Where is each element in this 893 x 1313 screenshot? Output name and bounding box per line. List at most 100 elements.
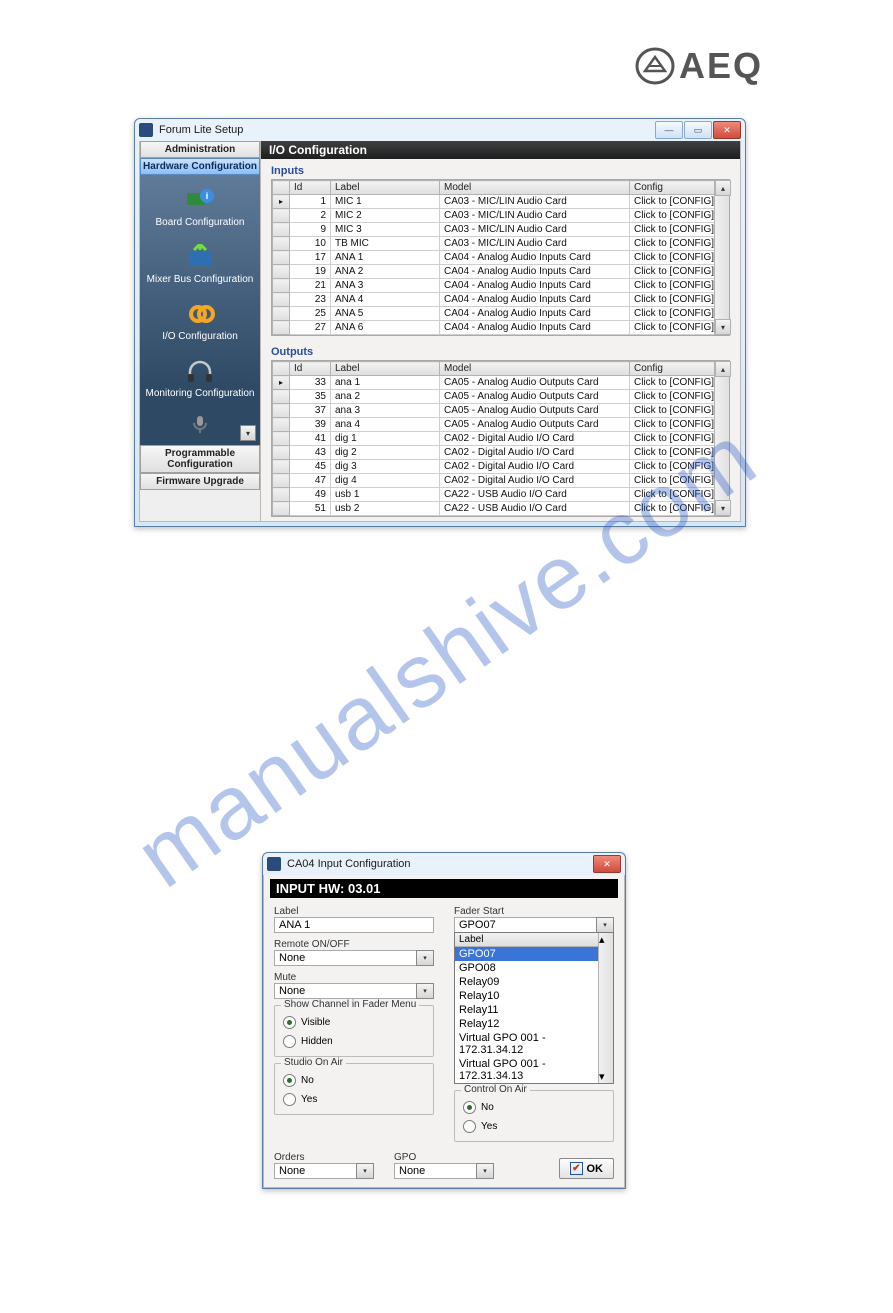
table-row[interactable]: 25ANA 5CA04 - Analog Audio Inputs CardCl… [273,307,729,321]
sidebar-tab-programmable-configuration[interactable]: Programmable Configuration [140,445,260,473]
remote-onoff-select[interactable]: None ▾ [274,950,434,966]
row-indicator [273,404,290,418]
table-row[interactable]: 39ana 4CA05 - Analog Audio Outputs CardC… [273,418,729,432]
minimize-button[interactable]: — [655,121,683,139]
label-input[interactable]: ANA 1 [274,917,434,933]
chevron-down-icon[interactable]: ▾ [596,917,614,933]
table-row[interactable]: 21ANA 3CA04 - Analog Audio Inputs CardCl… [273,279,729,293]
radio-control-no[interactable]: No [463,1101,605,1114]
table-row[interactable]: 45dig 3CA02 - Digital Audio I/O CardClic… [273,460,729,474]
col-label[interactable]: Label [331,362,440,376]
model-cell: CA03 - MIC/LIN Audio Card [440,223,630,237]
scroll-up-icon[interactable]: ▴ [715,180,731,196]
row-indicator [273,293,290,307]
chevron-down-icon[interactable]: ▾ [356,1163,374,1179]
titlebar[interactable]: CA04 Input Configuration ✕ [263,853,625,875]
inputs-table[interactable]: Id Label Model Config ▸1MIC 1CA03 - MIC/… [272,180,729,335]
scroll-up-icon[interactable]: ▴ [715,361,731,377]
row-indicator [273,502,290,516]
dropdown-item[interactable]: Virtual GPO 001 - 172.31.34.12 [455,1031,613,1057]
close-button[interactable]: ✕ [593,855,621,873]
table-row[interactable]: 51usb 2CA22 - USB Audio I/O CardClick to… [273,502,729,516]
col-id[interactable]: Id [290,362,331,376]
label-cell: dig 1 [331,432,440,446]
close-button[interactable]: ✕ [713,121,741,139]
row-indicator [273,265,290,279]
sidebar-tab-administration[interactable]: Administration [140,141,260,158]
scroll-down-icon[interactable]: ▾ [599,1070,613,1083]
id-cell: 27 [290,321,331,335]
fader-start-select[interactable]: GPO07 ▾ [454,917,614,933]
mute-select[interactable]: None ▾ [274,983,434,999]
radio-icon [283,1093,296,1106]
table-row[interactable]: ▸33ana 1CA05 - Analog Audio Outputs Card… [273,376,729,390]
table-row[interactable]: 10TB MICCA03 - MIC/LIN Audio CardClick t… [273,237,729,251]
table-row[interactable]: 23ANA 4CA04 - Analog Audio Inputs CardCl… [273,293,729,307]
dropdown-scrollbar[interactable]: ▴ ▾ [598,933,613,1083]
titlebar[interactable]: Forum Lite Setup — ▭ ✕ [135,119,745,141]
col-label[interactable]: Label [331,181,440,195]
dropdown-item[interactable]: GPO08 [455,961,613,975]
scroll-up-icon[interactable]: ▴ [599,933,613,946]
inputs-scrollbar[interactable]: ▴ ▾ [714,180,729,335]
scroll-down-icon[interactable]: ▾ [715,319,731,335]
model-cell: CA05 - Analog Audio Outputs Card [440,418,630,432]
chevron-down-icon[interactable]: ▾ [416,950,434,966]
dropdown-item[interactable]: GPO07 [455,947,613,961]
dropdown-item[interactable]: Relay11 [455,1003,613,1017]
sidebar-scroll-down[interactable]: ▾ [240,425,256,441]
group-title: Studio On Air [281,1057,346,1068]
chevron-down-icon[interactable]: ▾ [476,1163,494,1179]
col-id[interactable]: Id [290,181,331,195]
sidebar-item-monitoring-configuration[interactable]: Monitoring Configuration [140,352,260,409]
table-row[interactable]: ▸1MIC 1CA03 - MIC/LIN Audio CardClick to… [273,195,729,209]
table-row[interactable]: 17ANA 1CA04 - Analog Audio Inputs CardCl… [273,251,729,265]
dropdown-item[interactable]: Virtual GPO 001 - 172.31.34.13 [455,1057,613,1083]
radio-studio-no[interactable]: No [283,1074,425,1087]
dropdown-item[interactable]: Relay09 [455,975,613,989]
sidebar-item-mixer-bus-configuration[interactable]: Mixer Bus Configuration [140,238,260,295]
model-cell: CA04 - Analog Audio Inputs Card [440,293,630,307]
model-cell: CA04 - Analog Audio Inputs Card [440,265,630,279]
table-row[interactable]: 37ana 3CA05 - Analog Audio Outputs CardC… [273,404,729,418]
table-row[interactable]: 2MIC 2CA03 - MIC/LIN Audio CardClick to … [273,209,729,223]
orders-select[interactable]: None ▾ [274,1163,374,1179]
headphones-icon [142,358,258,384]
fader-start-label: Fader Start [454,906,614,917]
dropdown-item[interactable]: Relay12 [455,1017,613,1031]
sidebar-tab-hardware-configuration[interactable]: Hardware Configuration [140,158,260,175]
outputs-scrollbar[interactable]: ▴ ▾ [714,361,729,516]
table-row[interactable]: 47dig 4CA02 - Digital Audio I/O CardClic… [273,474,729,488]
col-model[interactable]: Model [440,181,630,195]
table-row[interactable]: 19ANA 2CA04 - Analog Audio Inputs CardCl… [273,265,729,279]
scroll-down-icon[interactable]: ▾ [715,500,731,516]
radio-visible[interactable]: Visible [283,1016,425,1029]
gpo-select[interactable]: None ▾ [394,1163,494,1179]
label-cell: MIC 1 [331,195,440,209]
fader-start-dropdown[interactable]: Label GPO07GPO08Relay09Relay10Relay11Rel… [454,932,614,1084]
ok-button[interactable]: ✔ OK [559,1158,614,1179]
radio-studio-yes[interactable]: Yes [283,1093,425,1106]
id-cell: 49 [290,488,331,502]
radio-hidden[interactable]: Hidden [283,1035,425,1048]
table-row[interactable]: 43dig 2CA02 - Digital Audio I/O CardClic… [273,446,729,460]
id-cell: 21 [290,279,331,293]
sidebar-item-board-configuration[interactable]: i Board Configuration [140,181,260,238]
sidebar-item-io-configuration[interactable]: I/O Configuration [140,295,260,352]
chevron-down-icon[interactable]: ▾ [416,983,434,999]
table-row[interactable]: 9MIC 3CA03 - MIC/LIN Audio CardClick to … [273,223,729,237]
table-row[interactable]: 35ana 2CA05 - Analog Audio Outputs CardC… [273,390,729,404]
sidebar-tab-firmware-upgrade[interactable]: Firmware Upgrade [140,473,260,490]
sidebar-item-label: I/O Configuration [162,331,238,342]
col-model[interactable]: Model [440,362,630,376]
dropdown-item[interactable]: Relay10 [455,989,613,1003]
radio-control-yes[interactable]: Yes [463,1120,605,1133]
mixer-bus-icon [142,244,258,270]
maximize-button[interactable]: ▭ [684,121,712,139]
table-row[interactable]: 49usb 1CA22 - USB Audio I/O CardClick to… [273,488,729,502]
window-title: Forum Lite Setup [159,124,655,136]
outputs-table[interactable]: Id Label Model Config ▸33ana 1CA05 - Ana… [272,361,729,516]
table-row[interactable]: 27ANA 6CA04 - Analog Audio Inputs CardCl… [273,321,729,335]
remote-onoff-label: Remote ON/OFF [274,939,434,950]
table-row[interactable]: 41dig 1CA02 - Digital Audio I/O CardClic… [273,432,729,446]
